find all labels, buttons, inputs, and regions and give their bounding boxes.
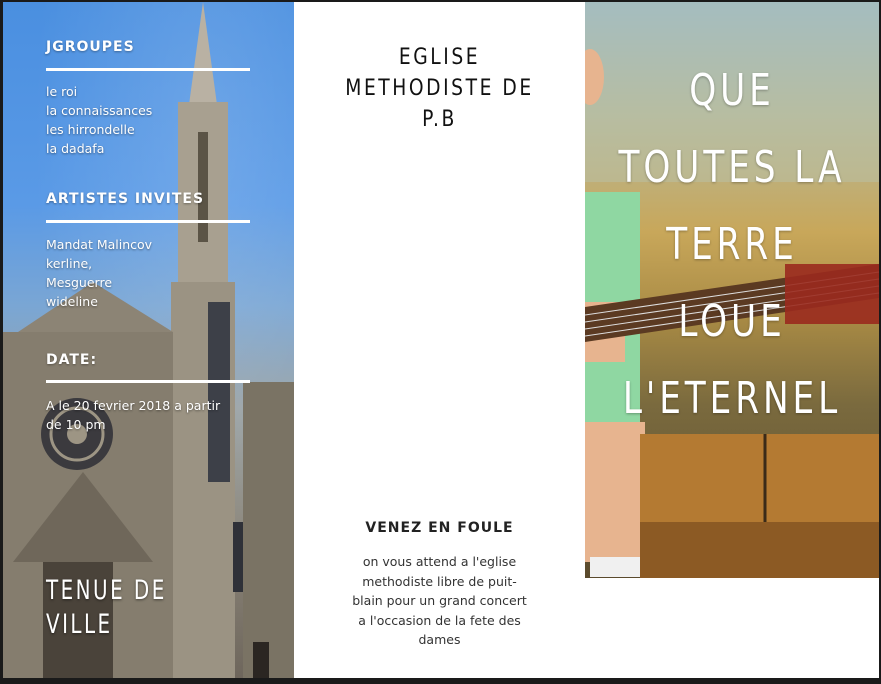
groups-divider	[46, 68, 250, 71]
invite-line: dames	[418, 632, 461, 647]
church-title: EGLISE METHODISTE DE P.B	[316, 42, 563, 135]
artists-divider	[46, 220, 250, 223]
title-line: P.B	[422, 107, 457, 132]
invite-line: blain pour un grand concert	[352, 593, 527, 608]
middle-panel: EGLISE METHODISTE DE P.B VENEZ EN FOULE …	[294, 2, 585, 678]
list-item: Mesguerre	[46, 275, 113, 290]
date-heading: DATE:	[46, 352, 98, 368]
dress-code-text: TENUE DE VILLE	[46, 574, 167, 642]
invite-heading: VENEZ EN FOULE	[365, 520, 514, 536]
artists-list: Mandat Malincov kerline, Mesguerre widel…	[46, 235, 152, 311]
praise-line: LOUE	[678, 296, 786, 347]
date-divider	[46, 380, 250, 383]
left-panel: JGROUPES le roi la connaissances les hir…	[3, 2, 294, 678]
praise-title: QUE TOUTES LA TERRE LOUE L'ETERNEL	[617, 52, 846, 437]
right-panel: QUE TOUTES LA TERRE LOUE L'ETERNEL	[585, 2, 879, 678]
invite-line: a l'occasion de la fete des	[358, 612, 521, 628]
list-item: Mandat Malincov	[46, 237, 153, 252]
groups-heading: JGROUPES	[46, 39, 135, 55]
list-item: de 10 pm	[46, 417, 106, 432]
date-text: A le 20 fevrier 2018 a partir de 10 pm	[46, 396, 220, 434]
invite-text: on vous attend a l'eglise methodiste lib…	[334, 552, 545, 650]
praise-line: L'ETERNEL	[622, 373, 842, 424]
invite-line: on vous attend a l'eglise	[362, 554, 517, 569]
praise-line: TOUTES LA	[618, 142, 846, 193]
title-line: METHODISTE DE	[345, 76, 534, 101]
invite-line: methodiste libre de puit-	[362, 573, 517, 589]
list-item: A le 20 fevrier 2018 a partir	[46, 398, 221, 413]
praise-line: TERRE	[666, 219, 798, 270]
list-item: la connaissances	[46, 103, 153, 118]
list-item: la dadafa	[46, 141, 105, 156]
list-item: le roi	[46, 84, 78, 99]
praise-line: QUE	[689, 65, 775, 116]
list-item: kerline,	[46, 256, 93, 271]
list-item: les hirrondelle	[46, 122, 135, 137]
list-item: wideline	[46, 294, 98, 309]
groups-list: le roi la connaissances les hirrondelle …	[46, 82, 152, 158]
dress-code-line: VILLE	[46, 609, 113, 640]
dress-code-line: TENUE DE	[46, 575, 167, 606]
title-line: EGLISE	[398, 45, 481, 70]
artists-heading: ARTISTES INVITES	[46, 191, 205, 207]
